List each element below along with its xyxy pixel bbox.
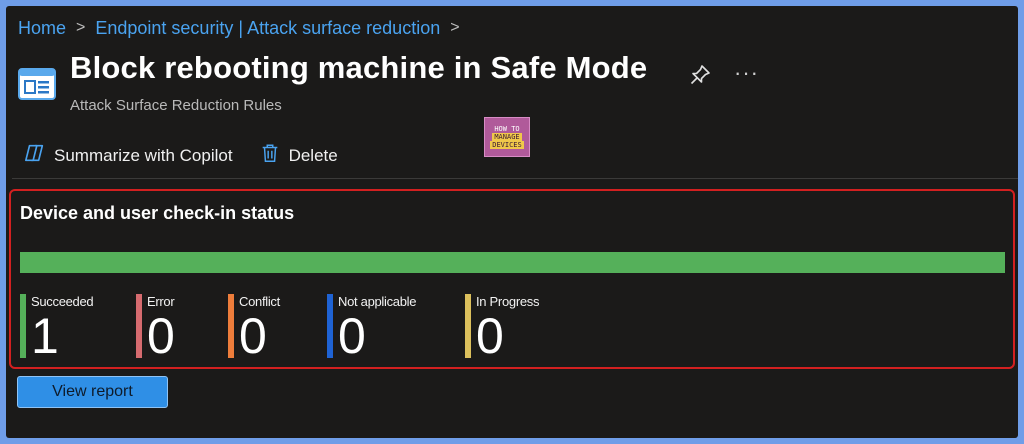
delete-label: Delete <box>288 145 338 165</box>
progress-succeeded-segment <box>20 252 1005 273</box>
more-options-button[interactable]: ··· <box>734 60 759 86</box>
breadcrumb-attack-surface-reduction[interactable]: Endpoint security | Attack surface reduc… <box>95 18 440 39</box>
stat-label: Conflict <box>239 294 280 309</box>
divider <box>12 178 1018 179</box>
stat-color-bar <box>20 294 26 358</box>
stat-count: 0 <box>476 308 504 364</box>
stat-count: 1 <box>31 308 59 364</box>
command-bar: Summarize with Copilot Delete <box>24 142 338 169</box>
stat-label: Error <box>147 294 175 309</box>
stat-label: Not applicable <box>338 294 417 309</box>
summarize-label: Summarize with Copilot <box>54 145 233 165</box>
logo-line-3: DEVICES <box>490 141 524 149</box>
logo-line-2: MANAGE <box>492 133 522 141</box>
stat-color-bar <box>465 294 471 358</box>
logo-line-1: HOW TO <box>494 125 520 133</box>
stat-label: Succeeded <box>31 294 94 309</box>
breadcrumb-separator: > <box>450 19 460 36</box>
check-in-status-card: Device and user check-in status Succeede… <box>9 189 1015 369</box>
view-report-button[interactable]: View report <box>17 376 168 408</box>
breadcrumb: Home > Endpoint security | Attack surfac… <box>18 16 460 40</box>
app-frame: Home > Endpoint security | Attack surfac… <box>6 6 1018 438</box>
brand-logo: HOW TO MANAGE DEVICES <box>484 117 530 157</box>
trash-icon <box>259 142 281 169</box>
status-progress-bar <box>20 252 1005 273</box>
stat-color-bar <box>327 294 333 358</box>
stat-count: 0 <box>239 308 267 364</box>
delete-button[interactable]: Delete <box>259 142 338 169</box>
pin-icon[interactable] <box>688 63 712 87</box>
summarize-with-copilot-button[interactable]: Summarize with Copilot <box>24 142 233 169</box>
stat-label: In Progress <box>476 294 540 309</box>
policy-blade-icon <box>18 68 56 100</box>
stat-count: 0 <box>338 308 366 364</box>
page-subtitle: Attack Surface Reduction Rules <box>70 97 282 114</box>
stat-count: 0 <box>147 308 175 364</box>
page-title: Block rebooting machine in Safe Mode <box>70 50 648 85</box>
card-title: Device and user check-in status <box>20 203 295 223</box>
stat-color-bar <box>136 294 142 358</box>
stat-color-bar <box>228 294 234 358</box>
breadcrumb-home[interactable]: Home <box>18 18 66 39</box>
breadcrumb-separator: > <box>76 19 86 36</box>
copilot-icon <box>24 142 46 169</box>
